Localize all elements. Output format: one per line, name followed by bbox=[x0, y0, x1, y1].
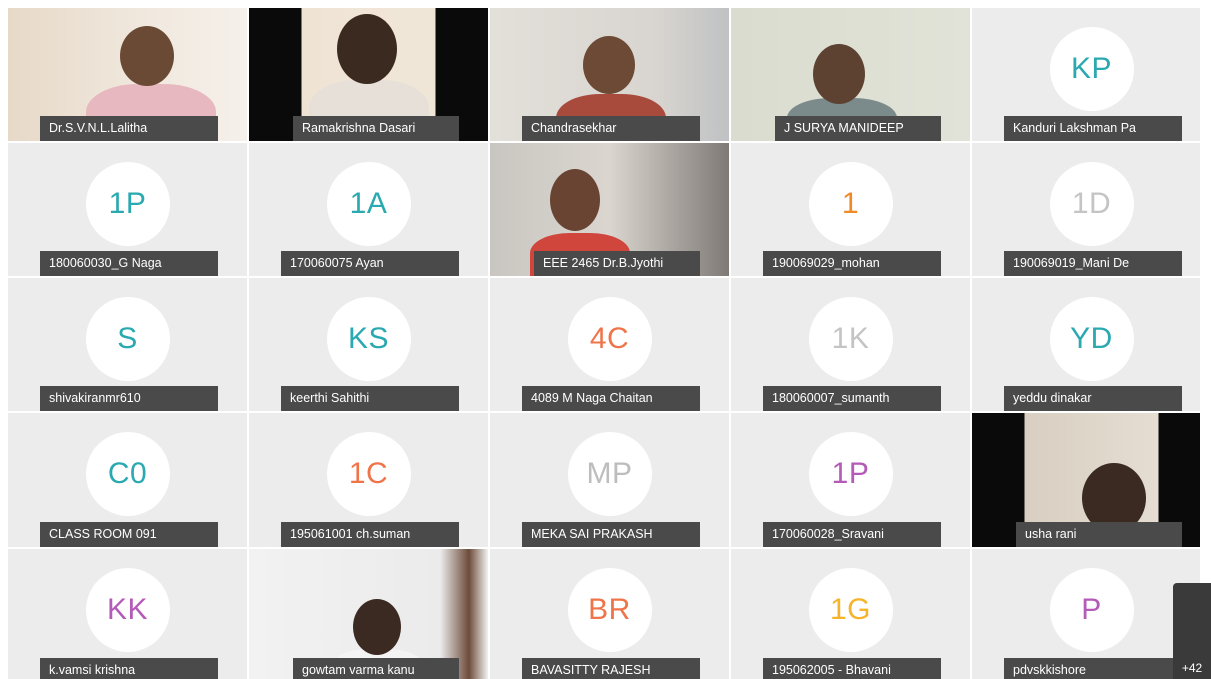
participant-tile[interactable]: KS keerthi Sahithi bbox=[249, 278, 488, 411]
participant-tile[interactable]: KK k.vamsi krishna bbox=[8, 549, 247, 679]
participant-name: k.vamsi krishna bbox=[40, 658, 218, 679]
participant-tile[interactable]: 1 190069029_mohan bbox=[731, 143, 970, 276]
avatar-initials: KP bbox=[1049, 26, 1134, 111]
participant-tile[interactable]: 1K 180060007_sumanth bbox=[731, 278, 970, 411]
participant-tile[interactable]: MP MEKA SAI PRAKASH bbox=[490, 413, 729, 547]
participant-name: 190069019_Mani De bbox=[1004, 251, 1182, 276]
avatar-initials: 1G bbox=[808, 568, 893, 652]
participant-tile[interactable]: 1P 180060030_G Naga bbox=[8, 143, 247, 276]
participant-name: usha rani bbox=[1016, 522, 1182, 547]
participant-tile[interactable]: 1A 170060075 Ayan bbox=[249, 143, 488, 276]
participant-name: Ramakrishna Dasari bbox=[293, 116, 459, 141]
avatar-initials: 4C bbox=[567, 296, 652, 381]
participant-tile[interactable]: 1C 195061001 ch.suman bbox=[249, 413, 488, 547]
avatar-initials: MP bbox=[567, 432, 652, 516]
participant-name: BAVASITTY RAJESH bbox=[522, 658, 700, 679]
avatar-initials: P bbox=[1049, 568, 1134, 652]
avatar-initials: S bbox=[85, 296, 170, 381]
participant-tile[interactable]: EEE 2465 Dr.B.Jyothi bbox=[490, 143, 729, 276]
person-head bbox=[337, 14, 397, 84]
participant-name: 180060030_G Naga bbox=[40, 251, 218, 276]
participant-tile[interactable]: Ramakrishna Dasari bbox=[249, 8, 488, 141]
participant-name: J SURYA MANIDEEP bbox=[775, 116, 941, 141]
participant-tile[interactable]: Ppdvskkishore bbox=[972, 549, 1200, 679]
participant-tile[interactable]: 1P 170060028_Sravani bbox=[731, 413, 970, 547]
person-head bbox=[813, 44, 865, 104]
avatar-initials: 1A bbox=[326, 161, 411, 246]
participant-name: Kanduri Lakshman Pa bbox=[1004, 116, 1182, 141]
participant-tile[interactable]: C0 CLASS ROOM 091 bbox=[8, 413, 247, 547]
avatar-initials: 1P bbox=[85, 161, 170, 246]
participant-name: 190069029_mohan bbox=[763, 251, 941, 276]
participant-name: Dr.S.V.N.L.Lalitha bbox=[40, 116, 218, 141]
avatar-initials: KS bbox=[326, 296, 411, 381]
avatar-initials: 1K bbox=[808, 296, 893, 381]
participant-tile[interactable]: BR BAVASITTY RAJESH bbox=[490, 549, 729, 679]
participant-name: gowtam varma kanu bbox=[293, 658, 459, 679]
participant-name: 195061001 ch.suman bbox=[281, 522, 459, 547]
person-head bbox=[353, 599, 401, 655]
participant-name: 180060007_sumanth bbox=[763, 386, 941, 411]
participant-tile[interactable]: Sshivakiranmr610 bbox=[8, 278, 247, 411]
avatar-initials: 1C bbox=[326, 432, 411, 516]
participant-tile[interactable]: YD yeddu dinakar bbox=[972, 278, 1200, 411]
participant-tile[interactable]: usha rani bbox=[972, 413, 1200, 547]
participant-name: keerthi Sahithi bbox=[281, 386, 459, 411]
participant-name: yeddu dinakar bbox=[1004, 386, 1182, 411]
avatar-initials: C0 bbox=[85, 432, 170, 516]
participant-name: CLASS ROOM 091 bbox=[40, 522, 218, 547]
avatar-initials: BR bbox=[567, 568, 652, 652]
participant-name: 195062005 - Bhavani bbox=[763, 658, 941, 679]
participant-tile[interactable]: gowtam varma kanu bbox=[249, 549, 488, 679]
participant-name: Chandrasekhar bbox=[522, 116, 700, 141]
participant-grid: Dr.S.V.N.L.Lalitha Ramakrishna Dasari Chan… bbox=[8, 8, 1200, 679]
person-head bbox=[583, 36, 635, 94]
participant-tile[interactable]: 4C 4089 M Naga Chaitan bbox=[490, 278, 729, 411]
participant-tile[interactable]: Chandrasekhar bbox=[490, 8, 729, 141]
avatar-initials: 1 bbox=[808, 161, 893, 246]
participant-name: 170060075 Ayan bbox=[281, 251, 459, 276]
avatar-initials: 1P bbox=[808, 432, 893, 516]
participant-name: MEKA SAI PRAKASH bbox=[522, 522, 700, 547]
participant-tile[interactable]: KP Kanduri Lakshman Pa bbox=[972, 8, 1200, 141]
participant-tile[interactable]: 1D 190069019_Mani De bbox=[972, 143, 1200, 276]
person-head bbox=[120, 26, 174, 86]
participant-tile[interactable]: Dr.S.V.N.L.Lalitha bbox=[8, 8, 247, 141]
participant-name: shivakiranmr610 bbox=[40, 386, 218, 411]
avatar-initials: KK bbox=[85, 568, 170, 652]
avatar-initials: 1D bbox=[1049, 161, 1134, 246]
participant-name: 170060028_Sravani bbox=[763, 522, 941, 547]
avatar-initials: YD bbox=[1049, 296, 1134, 381]
more-participants-button[interactable]: +42 bbox=[1173, 583, 1211, 679]
participant-tile[interactable]: J SURYA MANIDEEP bbox=[731, 8, 970, 141]
participant-name: EEE 2465 Dr.B.Jyothi bbox=[534, 251, 700, 276]
person-head bbox=[550, 169, 600, 231]
participant-name: 4089 M Naga Chaitan bbox=[522, 386, 700, 411]
participant-tile[interactable]: 1G 195062005 - Bhavani bbox=[731, 549, 970, 679]
participant-name: pdvskkishore bbox=[1004, 658, 1182, 679]
